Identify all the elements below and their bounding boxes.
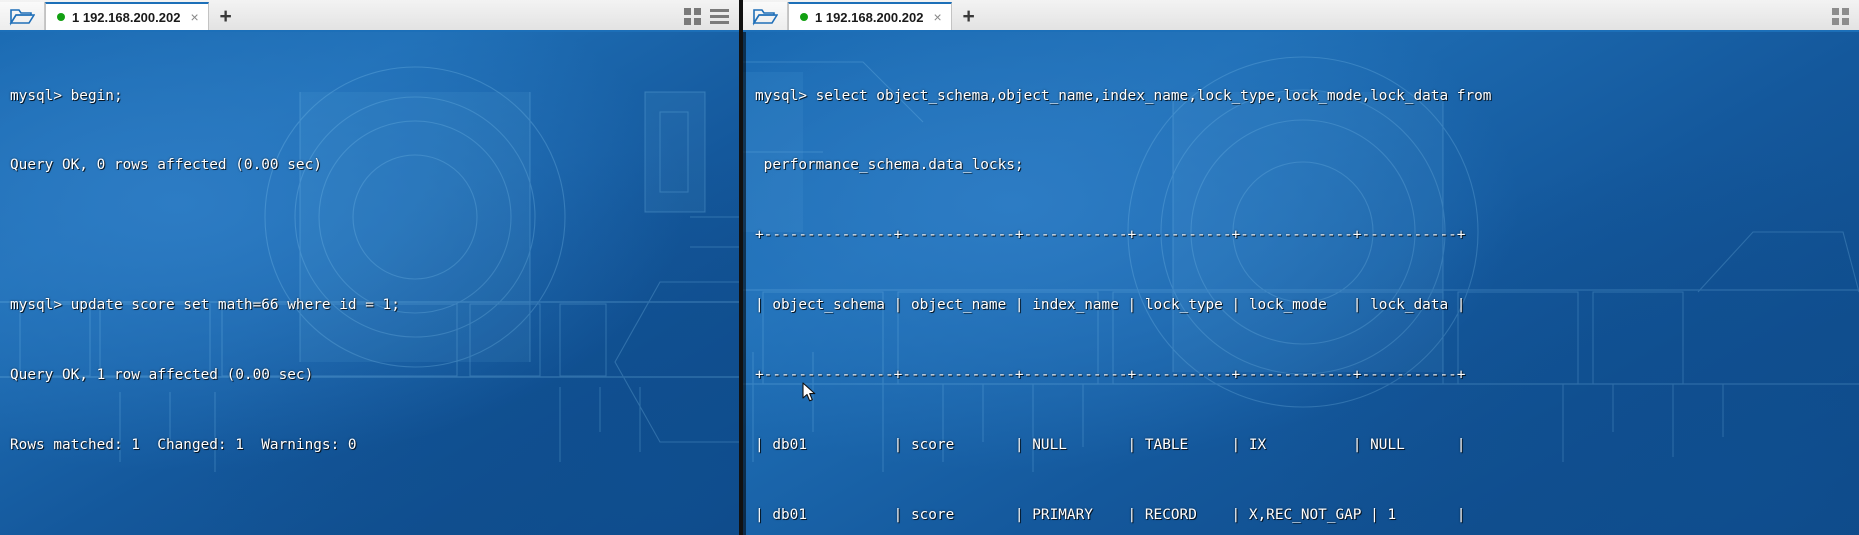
right-terminal[interactable]: mysql> select object_schema,object_name,… — [743, 32, 1859, 535]
terminal-line: mysql> select object_schema,object_name,… — [755, 87, 1492, 104]
left-tab-bar-tools — [684, 2, 739, 30]
right-tab-bar: 1 192.168.200.202 × + — [743, 0, 1859, 32]
tab-label: 1 192.168.200.202 — [72, 9, 181, 25]
grid-view-icon[interactable] — [684, 7, 701, 25]
terminal-table-border: +---------------+-------------+---------… — [755, 367, 1466, 384]
tab-bar-spacer — [986, 2, 1832, 30]
left-tab-bar: 1 192.168.200.202 × + — [0, 0, 739, 32]
right-terminal-output: mysql> select object_schema,object_name,… — [743, 32, 1859, 535]
tab-session-1[interactable]: 1 192.168.200.202 × — [788, 2, 952, 30]
terminal-line: mysql> update score set math=66 where id… — [10, 297, 400, 314]
new-tab-button[interactable]: + — [209, 2, 243, 30]
tab-label: 1 192.168.200.202 — [815, 9, 924, 25]
new-tab-button[interactable]: + — [952, 2, 986, 30]
terminal-line: performance_schema.data_locks; — [755, 157, 1024, 174]
list-view-icon[interactable] — [710, 8, 729, 24]
left-terminal[interactable]: mysql> begin; Query OK, 0 rows affected … — [0, 32, 739, 535]
dual-terminal-window: 1 192.168.200.202 × + mysql> begin; Quer… — [0, 0, 1859, 535]
tab-session-1[interactable]: 1 192.168.200.202 × — [45, 2, 209, 30]
session-status-dot — [800, 13, 808, 21]
terminal-table-row: | db01 | score | NULL | TABLE | IX | NUL… — [755, 437, 1466, 454]
terminal-line: mysql> begin; — [10, 87, 123, 104]
close-icon[interactable]: × — [933, 10, 941, 24]
terminal-table-header: | object_schema | object_name | index_na… — [755, 297, 1466, 314]
tab-bar-spacer — [243, 2, 684, 30]
left-terminal-output: mysql> begin; Query OK, 0 rows affected … — [0, 32, 739, 535]
session-status-dot — [57, 13, 65, 21]
terminal-line: Rows matched: 1 Changed: 1 Warnings: 0 — [10, 437, 357, 454]
open-folder-icon[interactable] — [0, 2, 45, 30]
open-folder-icon[interactable] — [743, 2, 788, 30]
grid-view-icon[interactable] — [1832, 7, 1849, 25]
right-terminal-pane: 1 192.168.200.202 × + mysql> select obje… — [743, 0, 1859, 535]
close-icon[interactable]: × — [190, 10, 198, 24]
terminal-table-border: +---------------+-------------+---------… — [755, 227, 1466, 244]
terminal-table-row: | db01 | score | PRIMARY | RECORD | X,RE… — [755, 506, 1466, 523]
left-terminal-pane: 1 192.168.200.202 × + mysql> begin; Quer… — [0, 0, 739, 535]
terminal-line: Query OK, 1 row affected (0.00 sec) — [10, 367, 314, 384]
terminal-line: Query OK, 0 rows affected (0.00 sec) — [10, 157, 322, 174]
right-tab-bar-tools — [1832, 2, 1859, 30]
